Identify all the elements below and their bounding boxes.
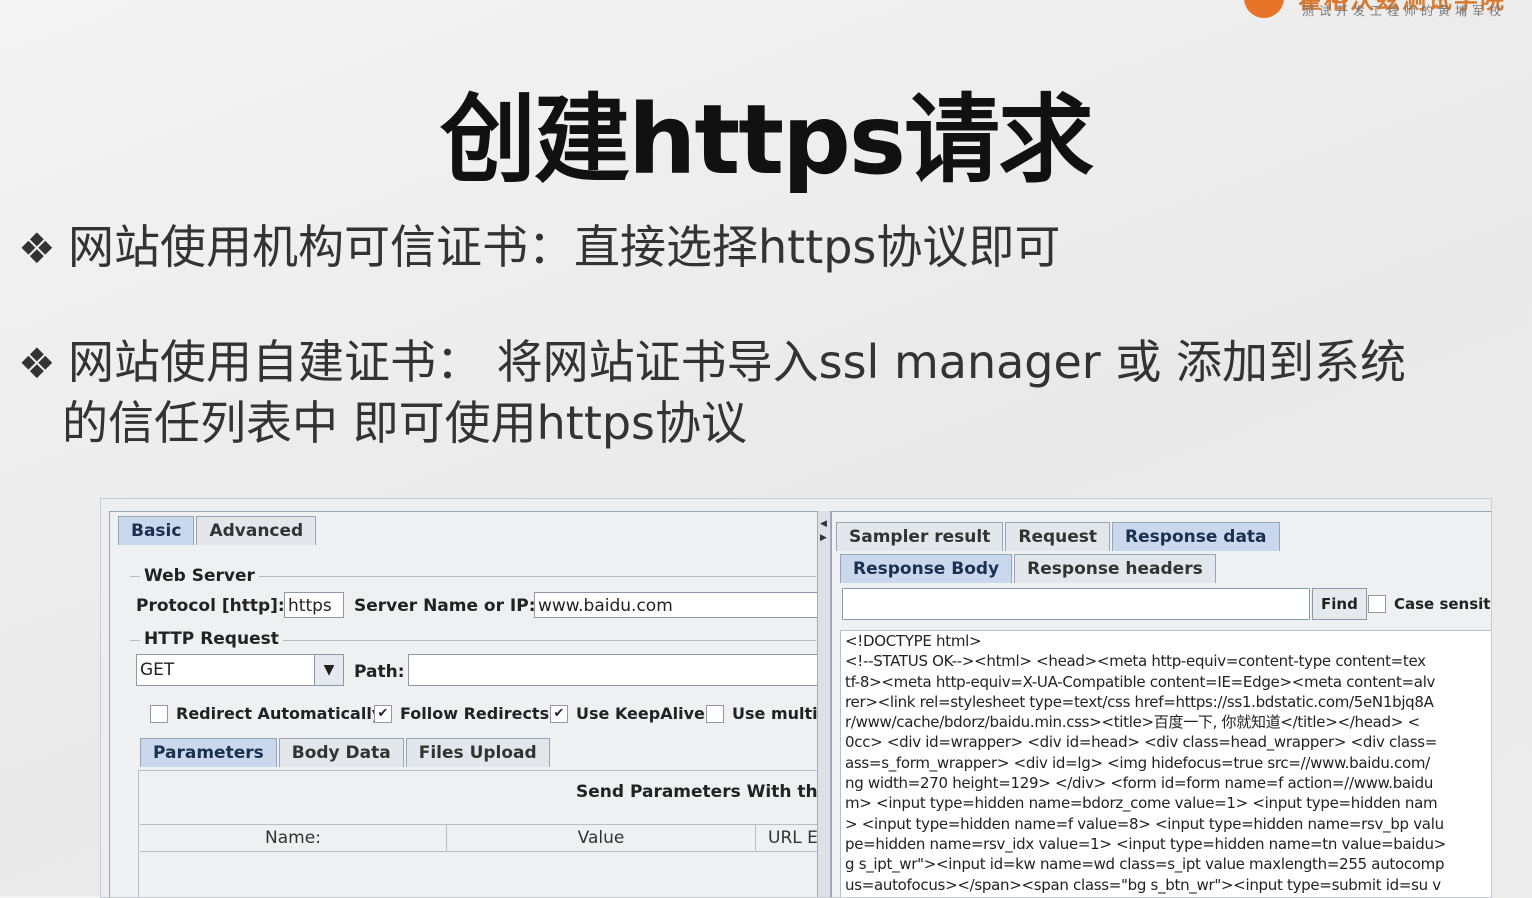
logo-mark-icon	[1244, 0, 1284, 18]
response-line: <!--STATUS OK--><html> <head><meta http-…	[845, 652, 1426, 671]
protocol-field[interactable]: https	[284, 592, 344, 618]
checkbox-box[interactable]	[150, 704, 168, 723]
response-line: ng width=270 height=129> </div> <form id…	[845, 774, 1434, 793]
checkbox-box[interactable]	[1368, 595, 1386, 613]
response-line: g s_ipt_wr"><input id=kw name=wd class=s…	[845, 855, 1445, 874]
column-value[interactable]: Value	[447, 825, 756, 851]
send-params-label: Send Parameters With the	[576, 782, 830, 802]
collapse-right-icon[interactable]: ▶	[820, 533, 827, 543]
path-field[interactable]	[408, 654, 818, 686]
tab-request[interactable]: Request	[1005, 522, 1111, 551]
use-multipart-checkbox[interactable]: Use multip	[706, 704, 829, 723]
response-line: ass=s_form_wrapper> <div id=lg> <img hid…	[845, 753, 1430, 772]
path-label: Path:	[354, 662, 405, 682]
bullet-1: ❖ 网站使用机构可信证书：直接选择https协议即可	[18, 218, 1060, 278]
result-tabs: Sampler result Request Response data	[836, 522, 1282, 551]
tab-response-data[interactable]: Response data	[1112, 522, 1280, 551]
response-line: > <input type=hidden name=f value=8> <in…	[845, 814, 1444, 833]
response-line: pe=hidden name=rsv_idx value=1> <input t…	[845, 834, 1446, 853]
split-pane-divider[interactable]: ◀ ▶	[817, 511, 831, 897]
response-body-tabs: Response Body Response headers	[840, 554, 1218, 583]
search-input[interactable]	[842, 588, 1310, 620]
response-line: r/www/cache/bdorz/baidu.min.css><title>百…	[845, 713, 1420, 732]
chevron-down-icon[interactable]: ▼	[314, 655, 343, 685]
checkbox-label: Redirect Automatically	[176, 704, 383, 723]
config-tabs: Basic Advanced	[118, 516, 318, 545]
tab-response-body[interactable]: Response Body	[840, 554, 1013, 583]
brand-logo: 霍格沃兹测试学院 测试开发工程师的黄埔军校	[1240, 0, 1532, 26]
response-line: <!DOCTYPE html>	[845, 632, 982, 650]
response-body-text[interactable]: <!DOCTYPE html> <!--STATUS OK--><html> <…	[840, 630, 1491, 897]
logo-tagline: 测试开发工程师的黄埔军校	[1302, 4, 1507, 18]
tab-basic[interactable]: Basic	[118, 516, 195, 545]
tab-advanced[interactable]: Advanced	[196, 516, 317, 545]
case-sensitive-checkbox[interactable]: Case sensitive	[1368, 595, 1491, 613]
tab-body-data[interactable]: Body Data	[278, 738, 404, 767]
params-table-header: Name: Value URL E	[140, 824, 838, 852]
redirect-automatically-checkbox[interactable]: Redirect Automatically	[150, 704, 382, 723]
http-request-panel: Basic Advanced Web Server Protocol [http…	[109, 511, 838, 897]
checkbox-label: Follow Redirects	[400, 704, 550, 723]
checkmark-icon[interactable]: ✔	[550, 704, 568, 723]
tab-response-headers[interactable]: Response headers	[1014, 554, 1216, 583]
use-keepalive-checkbox[interactable]: ✔ Use KeepAlive	[550, 704, 705, 723]
server-name-label: Server Name or IP:	[354, 596, 536, 616]
server-name-field[interactable]: www.baidu.com	[534, 592, 818, 618]
parameter-tabs: Parameters Body Data Files Upload	[140, 738, 552, 767]
checkbox-label: Use multip	[732, 704, 830, 723]
response-line: rer><link rel=stylesheet type=text/css h…	[845, 692, 1434, 711]
checkbox-box[interactable]	[706, 704, 724, 723]
diamond-bullet-icon: ❖	[18, 339, 56, 388]
slide-title: 创建https请求	[440, 84, 1094, 196]
response-line: m> <input type=hidden name=bdorz_come va…	[845, 794, 1438, 813]
response-line: us=autofocus></span><span class="bg s_bt…	[845, 875, 1441, 894]
results-panel: Sampler result Request Response data Res…	[831, 511, 1491, 897]
tab-parameters[interactable]: Parameters	[140, 738, 277, 767]
follow-redirects-checkbox[interactable]: ✔ Follow Redirects	[374, 704, 549, 723]
web-server-label: Web Server	[140, 566, 259, 586]
method-value: GET	[140, 660, 175, 680]
checkbox-label: Case sensitive	[1394, 595, 1491, 613]
collapse-left-icon[interactable]: ◀	[820, 519, 827, 529]
response-line: 0cc> <div id=wrapper> <div id=head> <div…	[845, 733, 1438, 752]
bullet-2: ❖ 网站使用自建证书： 将网站证书导入ssl manager 或 添加到系统	[18, 333, 1406, 393]
checkmark-icon[interactable]: ✔	[374, 704, 392, 723]
column-name[interactable]: Name:	[140, 825, 447, 851]
find-button[interactable]: Find	[1312, 588, 1367, 620]
tab-sampler-result[interactable]: Sampler result	[836, 522, 1004, 551]
bullet-1-text: 网站使用机构可信证书：直接选择https协议即可	[68, 220, 1061, 274]
tab-files-upload[interactable]: Files Upload	[405, 738, 550, 767]
response-line: tf-8><meta http-equiv=X-UA-Compatible co…	[845, 672, 1436, 691]
protocol-label: Protocol [http]:	[136, 596, 285, 616]
method-select[interactable]: GET ▼	[136, 654, 344, 686]
bullet-2-text: 网站使用自建证书： 将网站证书导入ssl manager 或 添加到系统	[68, 335, 1406, 389]
checkbox-label: Use KeepAlive	[576, 704, 705, 723]
bullet-2-continuation: 的信任列表中 即可使用https协议	[62, 396, 748, 450]
http-request-label: HTTP Request	[140, 629, 283, 649]
jmeter-screenshot: Basic Advanced Web Server Protocol [http…	[100, 498, 1492, 898]
diamond-bullet-icon: ❖	[18, 224, 56, 273]
